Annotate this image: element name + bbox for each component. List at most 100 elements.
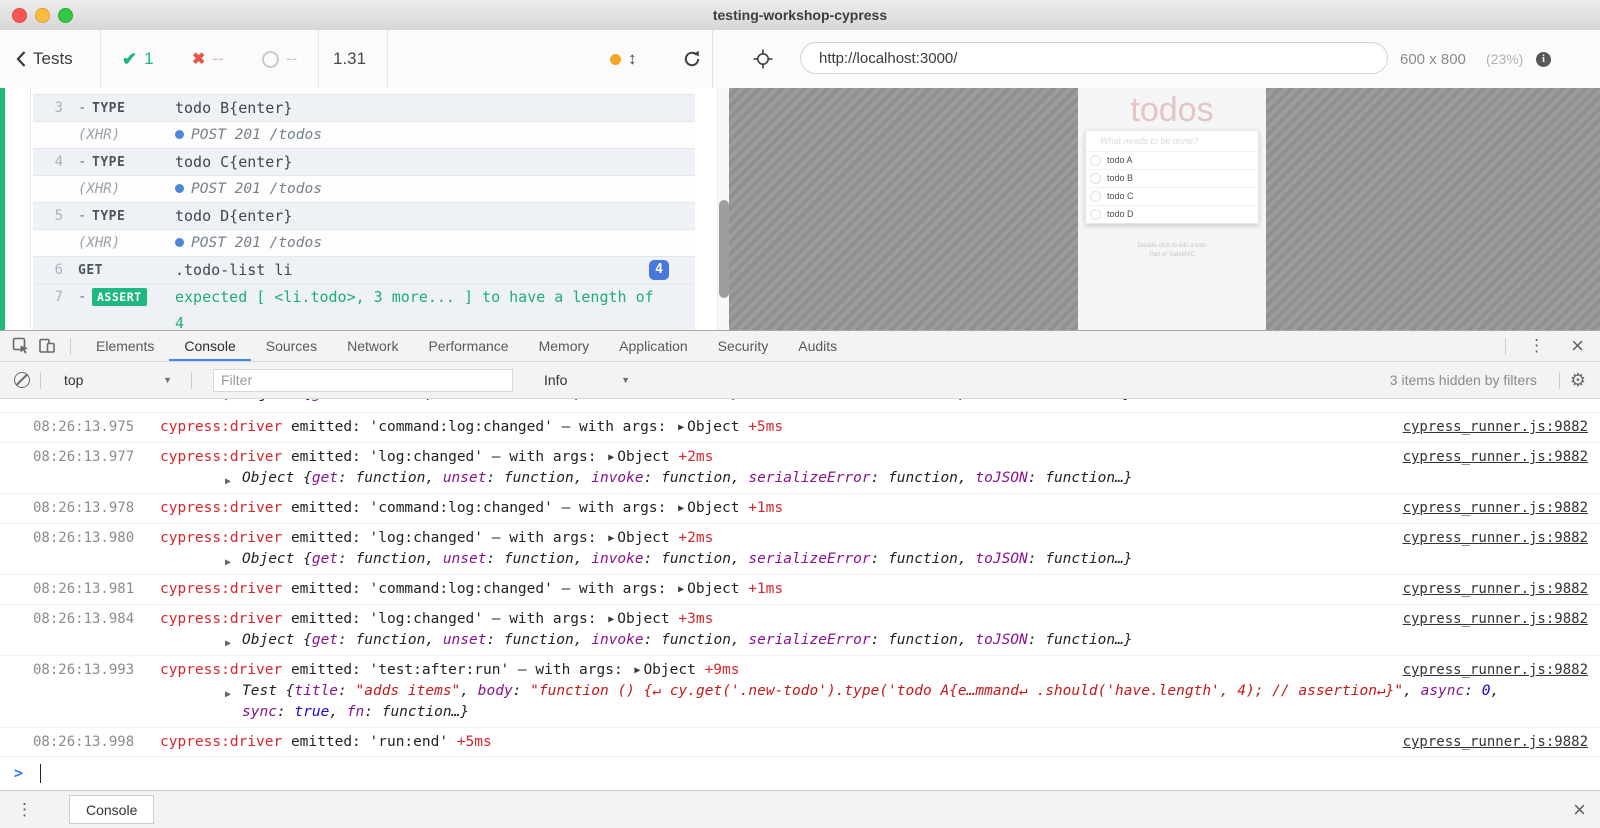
expand-triangle-icon[interactable]: ▶ (225, 471, 231, 492)
expand-triangle-icon[interactable]: ▶ (225, 684, 231, 705)
clear-console-icon[interactable] (14, 372, 30, 388)
selector-playground-button[interactable] (752, 30, 774, 88)
todo-footer: Double-click to edit a todoPart of TodoM… (1078, 242, 1266, 260)
devtools-tabbar: ElementsConsoleSourcesNetworkPerformance… (0, 331, 1600, 362)
failed-count: -- (212, 49, 223, 69)
inspect-element-button[interactable] (8, 333, 34, 359)
chevron-left-icon (16, 51, 26, 67)
text-caret (40, 764, 41, 783)
chevron-down-icon: ▼ (163, 375, 172, 385)
source-link[interactable]: cypress_runner.js:9882 (1403, 447, 1588, 467)
console-prompt[interactable]: > (0, 756, 1600, 791)
assert-badge: ASSERT (92, 288, 147, 306)
check-icon: ✔ (122, 49, 137, 70)
log-row-xhr[interactable]: (XHR)POST 201 /todos (33, 230, 695, 257)
device-toolbar-button[interactable] (34, 333, 60, 359)
devtools-drawer-bar: ⋮ Console × (0, 790, 1600, 828)
inspect-cursor-icon (12, 337, 30, 355)
restart-tests-button[interactable] (682, 30, 702, 88)
console-filter-input[interactable] (213, 369, 513, 392)
source-link[interactable]: cypress_runner.js:9882 (1403, 579, 1588, 599)
command-row[interactable]: 5-TYPEtodo D{enter} (33, 203, 695, 230)
console-entry: 08:26:13.993cypress:driver emitted: 'tes… (0, 655, 1600, 727)
command-row[interactable]: 7-ASSERTexpected [ <li.todo>, 3 more... … (33, 284, 695, 330)
todo-item[interactable]: todo A (1086, 152, 1258, 170)
todo-item[interactable]: todo D (1086, 206, 1258, 223)
command-row[interactable]: 6GET.todo-list li4 (33, 257, 695, 284)
app-preview: todos What needs to be done? todo Atodo … (729, 88, 1600, 330)
todo-app-page: todos What needs to be done? todo Atodo … (1078, 88, 1266, 330)
hidden-items-note: 3 items hidden by filters (1390, 372, 1537, 388)
log-level-dropdown[interactable]: Info ▼ (535, 372, 639, 388)
cypress-header: Tests ✔ 1 ✖ -- -- 1.31 ↕ (0, 30, 1600, 89)
timestamp: 08:26:13.978 (33, 498, 134, 518)
drawer-tab-console[interactable]: Console (69, 795, 154, 824)
devtools-close-button[interactable]: × (1557, 332, 1600, 360)
failed-stat: ✖ -- (192, 30, 224, 88)
new-todo-input[interactable]: What needs to be done? (1086, 131, 1258, 152)
expand-triangle-icon[interactable]: ▶ (225, 399, 231, 408)
pending-stat: -- (262, 30, 297, 88)
source-link[interactable]: cypress_runner.js:9882 (1403, 660, 1588, 680)
back-to-tests-button[interactable]: Tests (16, 30, 73, 88)
devtools-panel: ElementsConsoleSourcesNetworkPerformance… (0, 330, 1600, 828)
todo-list: todo Atodo Btodo Ctodo D (1086, 152, 1258, 223)
devtools-menu-button[interactable]: ⋮ (1516, 336, 1557, 356)
console-entry: 08:26:13.977cypress:driver emitted: 'log… (0, 442, 1600, 493)
xhr-dot-icon (175, 130, 184, 139)
console-entry: ▶Object {get: function, unset: function,… (0, 399, 1600, 412)
source-link[interactable]: cypress_runner.js:9882 (1403, 498, 1588, 518)
drawer-menu-button[interactable]: ⋮ (0, 800, 45, 820)
info-icon[interactable]: i (1536, 52, 1551, 67)
todo-toggle-icon[interactable] (1090, 191, 1101, 202)
source-link[interactable]: cypress_runner.js:9882 (1403, 417, 1588, 437)
timestamp: 08:26:13.977 (33, 447, 134, 467)
timestamp: 08:26:13.981 (33, 579, 134, 599)
circle-icon (262, 51, 279, 68)
command-row[interactable]: 4-TYPEtodo C{enter} (33, 149, 695, 176)
timestamp: 08:26:13.980 (33, 528, 134, 548)
tab-sources[interactable]: Sources (251, 331, 332, 361)
log-row-xhr[interactable]: (XHR)POST 201 /todos (33, 88, 695, 95)
tab-audits[interactable]: Audits (783, 331, 852, 361)
tab-network[interactable]: Network (332, 331, 413, 361)
tab-console[interactable]: Console (169, 331, 250, 361)
todo-toggle-icon[interactable] (1090, 209, 1101, 220)
tab-security[interactable]: Security (703, 331, 784, 361)
log-row-xhr[interactable]: (XHR)POST 201 /todos (33, 122, 695, 149)
device-toolbar-icon (38, 337, 56, 355)
command-row[interactable]: 3-TYPEtodo B{enter} (33, 95, 695, 122)
todo-item[interactable]: todo C (1086, 188, 1258, 206)
tab-elements[interactable]: Elements (81, 331, 169, 361)
todo-toggle-icon[interactable] (1090, 173, 1101, 184)
source-link[interactable]: cypress_runner.js:9882 (1403, 528, 1588, 548)
todo-toggle-icon[interactable] (1090, 155, 1101, 166)
tab-application[interactable]: Application (604, 331, 703, 361)
timestamp: 08:26:13.975 (33, 417, 134, 437)
scrollbar-thumb[interactable] (719, 200, 729, 298)
xhr-dot-icon (175, 184, 184, 193)
tab-memory[interactable]: Memory (524, 331, 605, 361)
snapshot-controls[interactable]: ↕ (610, 30, 637, 88)
timestamp: 08:26:13.984 (33, 609, 134, 629)
source-link[interactable]: cypress_runner.js:9882 (1403, 732, 1588, 752)
todo-app-title: todos (1078, 90, 1266, 130)
back-label: Tests (33, 49, 73, 69)
execution-context-dropdown[interactable]: top ▼ (55, 372, 181, 388)
context-label: top (64, 372, 83, 388)
console-log: ▶Object {get: function, unset: function,… (0, 399, 1600, 791)
refresh-icon (682, 49, 702, 69)
expand-triangle-icon[interactable]: ▶ (225, 633, 231, 654)
expand-triangle-icon[interactable]: ▶ (225, 552, 231, 573)
source-link[interactable]: cypress_runner.js:9882 (1403, 609, 1588, 629)
tab-performance[interactable]: Performance (413, 331, 523, 361)
console-entry: 08:26:13.980cypress:driver emitted: 'log… (0, 523, 1600, 574)
drawer-close-button[interactable]: × (1559, 796, 1600, 824)
url-bar[interactable]: http://localhost:3000/ (800, 42, 1388, 74)
todo-item[interactable]: todo B (1086, 170, 1258, 188)
test-passed-bar (0, 88, 5, 330)
console-settings-gear-icon[interactable]: ⚙ (1570, 370, 1586, 391)
log-row-xhr[interactable]: (XHR)POST 201 /todos (33, 176, 695, 203)
console-entry: 08:26:13.981cypress:driver emitted: 'com… (0, 574, 1600, 604)
element-count-badge: 4 (649, 260, 669, 280)
